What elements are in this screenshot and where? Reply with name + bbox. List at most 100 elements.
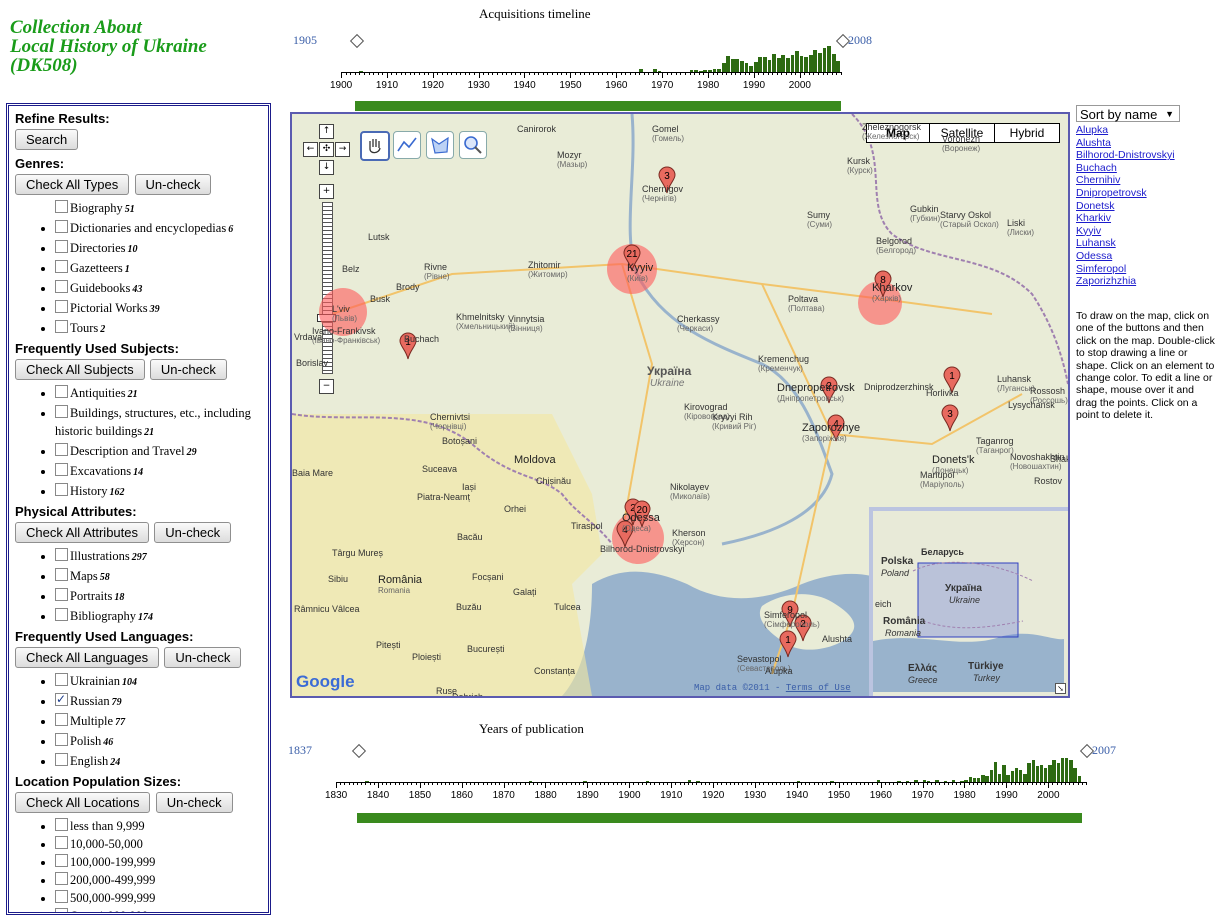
sort-select-value: Sort by name xyxy=(1080,107,1158,122)
timeline-tick xyxy=(356,782,358,785)
check-all-attributes-button[interactable]: Check All Attributes xyxy=(15,522,149,543)
timeline-tick xyxy=(775,782,777,785)
acq-start-handle[interactable] xyxy=(349,33,365,49)
uncheck-types-button[interactable]: Un-check xyxy=(134,174,212,195)
location-link[interactable]: Donetsk xyxy=(1076,200,1175,213)
hand-tool-icon[interactable] xyxy=(360,131,390,161)
pan-up-icon[interactable]: ↑ xyxy=(319,124,334,139)
physical-checkbox[interactable] xyxy=(55,608,68,621)
zoom-out-icon[interactable]: − xyxy=(319,379,334,394)
search-button[interactable]: Search xyxy=(15,129,79,150)
uncheck-languages-button[interactable]: Un-check xyxy=(164,647,242,668)
timeline-tick xyxy=(918,782,920,785)
city-label: Mozyr (Мазыр) xyxy=(557,150,587,169)
pan-right-icon[interactable]: → xyxy=(335,142,350,157)
city-label: L'viv (Львів) xyxy=(332,304,357,323)
subjects-checkbox[interactable] xyxy=(55,483,68,496)
check-all-languages-button[interactable]: Check All Languages xyxy=(15,647,160,668)
city-label: Alushta xyxy=(822,634,852,644)
languages-checkbox[interactable] xyxy=(55,673,68,686)
line-tool-icon[interactable] xyxy=(393,131,421,159)
locations-checkbox[interactable] xyxy=(55,854,68,867)
timeline-selected-range[interactable] xyxy=(356,813,1082,823)
languages-checkbox[interactable] xyxy=(55,733,68,746)
timeline-tick xyxy=(771,782,773,785)
location-link[interactable]: Bilhorod-Dnistrovskyi xyxy=(1076,149,1175,162)
location-link[interactable]: Dnipropetrovsk xyxy=(1076,187,1175,200)
inset-overview-map[interactable]: Polska Poland Беларусь Україна Ukraine R… xyxy=(869,507,1068,696)
location-link[interactable]: Kharkiv xyxy=(1076,212,1175,225)
physical-checkbox[interactable] xyxy=(55,568,68,581)
map-view[interactable]: Map Satellite Hybrid ↑ ← ✣ → ↓ + − 3 21 8 1… xyxy=(290,112,1070,698)
pan-down-icon[interactable]: ↓ xyxy=(319,160,334,175)
locations-checkbox[interactable] xyxy=(55,908,68,912)
city-label: Tulcea xyxy=(554,602,581,612)
locations-checkbox[interactable] xyxy=(55,872,68,885)
timeline-selected-range[interactable] xyxy=(354,101,841,111)
timeline-tick xyxy=(930,782,932,785)
location-link[interactable]: Odessa xyxy=(1076,250,1175,263)
genres-checkbox[interactable] xyxy=(55,320,68,333)
locations-checkbox[interactable] xyxy=(55,818,68,831)
physical-checkbox[interactable] xyxy=(55,548,68,561)
locations-checkbox[interactable] xyxy=(55,836,68,849)
timeline-tick xyxy=(595,782,597,785)
map-type-hybrid[interactable]: Hybrid xyxy=(994,123,1060,143)
terms-of-use-link[interactable]: Terms of Use xyxy=(786,683,851,693)
subjects-checkbox[interactable] xyxy=(55,385,68,398)
location-link[interactable]: Zaporizhzhia xyxy=(1076,275,1175,288)
location-link[interactable]: Chernihiv xyxy=(1076,174,1175,187)
check-all-types-button[interactable]: Check All Types xyxy=(15,174,130,195)
pub-start-handle[interactable] xyxy=(351,743,367,759)
check-all-locations-button[interactable]: Check All Locations xyxy=(15,792,151,813)
pan-left-icon[interactable]: ← xyxy=(303,142,318,157)
timeline-tick xyxy=(363,72,365,75)
subjects-checkbox[interactable] xyxy=(55,405,68,418)
location-link[interactable]: Alushta xyxy=(1076,137,1175,150)
sort-select[interactable]: Sort by name ▼ xyxy=(1076,105,1180,122)
location-link[interactable]: Simferopol xyxy=(1076,263,1175,276)
city-label: Belz xyxy=(342,264,360,274)
physical-checkbox[interactable] xyxy=(55,588,68,601)
locations-checkbox[interactable] xyxy=(55,890,68,903)
city-name: Borislav xyxy=(296,358,329,368)
subjects-option-label: Antiquities xyxy=(70,386,126,400)
languages-checkbox[interactable] xyxy=(55,713,68,726)
genres-checkbox[interactable] xyxy=(55,280,68,293)
check-all-subjects-button[interactable]: Check All Subjects xyxy=(15,359,145,380)
uncheck-locations-button[interactable]: Un-check xyxy=(155,792,233,813)
subjects-checkbox[interactable] xyxy=(55,463,68,476)
genres-checkbox[interactable] xyxy=(55,240,68,253)
inset-greece-latin: Greece xyxy=(908,675,938,685)
timeline-tick xyxy=(400,72,402,75)
location-link[interactable]: Alupka xyxy=(1076,124,1175,137)
location-link[interactable]: Kyyiv xyxy=(1076,225,1175,238)
pan-center-icon[interactable]: ✣ xyxy=(319,142,334,157)
timeline-bar xyxy=(781,54,786,72)
genres-checkbox[interactable] xyxy=(55,200,68,213)
inspect-tool-icon[interactable] xyxy=(459,131,487,159)
city-name: Chernivtsi xyxy=(430,412,471,422)
zoom-in-icon[interactable]: + xyxy=(319,184,334,199)
timeline-bar xyxy=(1023,773,1027,782)
inset-ukraine: Україна xyxy=(945,583,982,594)
timeline-tick xyxy=(501,72,503,75)
uncheck-subjects-button[interactable]: Un-check xyxy=(149,359,227,380)
shape-tool-icon[interactable] xyxy=(426,131,454,159)
timeline-tick-label: 2000 xyxy=(1037,790,1060,801)
zoom-slider[interactable] xyxy=(322,202,333,374)
map-marker-icon[interactable]: 3 xyxy=(941,404,959,432)
subjects-checkbox[interactable] xyxy=(55,443,68,456)
languages-checkbox[interactable] xyxy=(55,753,68,766)
genres-checkbox[interactable] xyxy=(55,220,68,233)
location-link[interactable]: Buchach xyxy=(1076,162,1175,175)
genres-checkbox[interactable] xyxy=(55,300,68,313)
location-link[interactable]: Luhansk xyxy=(1076,237,1175,250)
uncheck-attributes-button[interactable]: Un-check xyxy=(154,522,232,543)
collapse-inset-icon[interactable]: ↘ xyxy=(1055,683,1066,694)
genres-checkbox[interactable] xyxy=(55,260,68,273)
timeline-tick xyxy=(537,782,539,785)
languages-checkbox[interactable] xyxy=(55,690,68,708)
timeline-tick xyxy=(365,782,367,785)
timeline-tick xyxy=(796,782,798,788)
